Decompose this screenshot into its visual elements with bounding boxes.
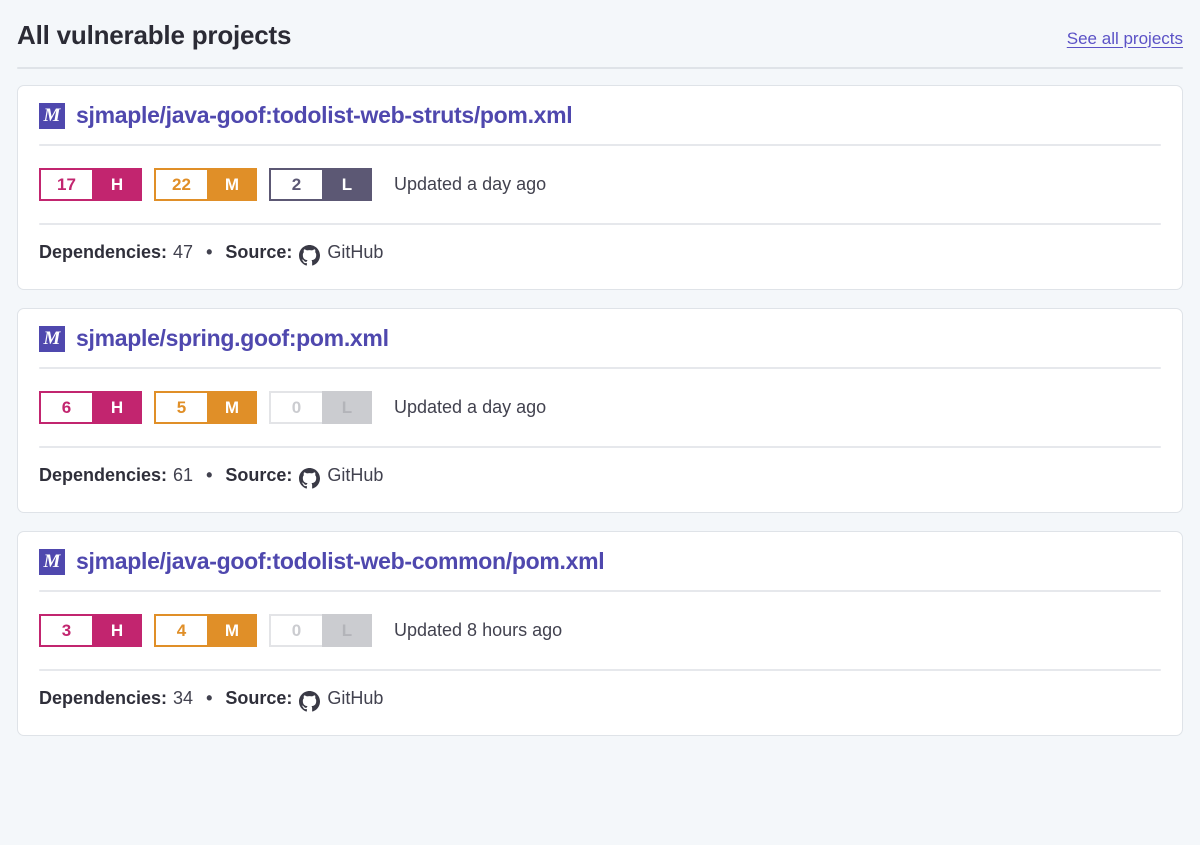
severity-medium-count: 22 (154, 168, 207, 201)
github-icon (299, 468, 321, 489)
project-card[interactable]: M sjmaple/java-goof:todolist-web-struts/… (17, 85, 1183, 290)
dependencies-count: 34 (173, 688, 194, 708)
project-title-row: M sjmaple/java-goof:todolist-web-common/… (39, 548, 1161, 590)
dependencies-label: Dependencies: (39, 465, 168, 485)
project-card[interactable]: M sjmaple/java-goof:todolist-web-common/… (17, 531, 1183, 736)
see-all-projects-link[interactable]: See all projects (1067, 29, 1183, 49)
source-label: Source: (225, 242, 293, 262)
source-value: GitHub (327, 688, 384, 708)
severity-badge-high[interactable]: 6 H (39, 391, 142, 424)
meta-separator: • (206, 688, 213, 708)
severity-badge-low[interactable]: 0 L (269, 614, 372, 647)
dependencies-count: 61 (173, 465, 194, 485)
severity-badge-low[interactable]: 0 L (269, 391, 372, 424)
severity-high-count: 6 (39, 391, 92, 424)
project-name-link[interactable]: sjmaple/java-goof:todolist-web-common/po… (76, 548, 605, 575)
dependencies-count: 47 (173, 242, 194, 262)
severity-medium-letter: M (224, 620, 240, 640)
maven-icon: M (39, 102, 65, 129)
project-meta-row: Dependencies: 47 • Source: GitHub (39, 225, 1161, 279)
severity-row: 17 H 22 M 2 L Updated a day ago (39, 146, 1161, 223)
severity-badge-low[interactable]: 2 L (269, 168, 372, 201)
updated-timestamp: Updated a day ago (394, 397, 547, 417)
severity-medium-count: 5 (154, 391, 207, 424)
updated-timestamp: Updated 8 hours ago (394, 620, 563, 640)
source-label: Source: (225, 465, 293, 485)
severity-low-count: 2 (269, 168, 322, 201)
severity-low-letter: L (341, 174, 353, 194)
severity-medium-count: 4 (154, 614, 207, 647)
severity-badge-high[interactable]: 17 H (39, 168, 142, 201)
severity-low-letter: L (341, 397, 353, 417)
severity-badge-medium[interactable]: 5 M (154, 391, 257, 424)
severity-high-letter: H (110, 397, 124, 417)
project-meta-row: Dependencies: 34 • Source: GitHub (39, 671, 1161, 725)
page-header: All vulnerable projects See all projects (17, 0, 1183, 67)
source-value: GitHub (327, 465, 384, 485)
dependencies-label: Dependencies: (39, 688, 168, 708)
severity-row: 6 H 5 M 0 L Updated a day ago (39, 369, 1161, 446)
severity-high-count: 17 (39, 168, 92, 201)
source-label: Source: (225, 688, 293, 708)
severity-low-count: 0 (269, 391, 322, 424)
maven-icon: M (39, 548, 65, 575)
severity-medium-letter: M (224, 174, 240, 194)
project-title-row: M sjmaple/java-goof:todolist-web-struts/… (39, 102, 1161, 144)
meta-separator: • (206, 465, 213, 485)
github-icon (299, 245, 321, 266)
source-value: GitHub (327, 242, 384, 262)
severity-badge-medium[interactable]: 22 M (154, 168, 257, 201)
page-title: All vulnerable projects (17, 20, 292, 50)
header-divider (17, 67, 1183, 69)
severity-high-letter: H (110, 620, 124, 640)
maven-icon: M (39, 325, 65, 352)
updated-timestamp: Updated a day ago (394, 174, 547, 194)
vulnerable-projects-page: All vulnerable projects See all projects… (0, 0, 1200, 845)
severity-low-count: 0 (269, 614, 322, 647)
github-icon (299, 691, 321, 712)
project-name-link[interactable]: sjmaple/java-goof:todolist-web-struts/po… (76, 102, 573, 129)
severity-medium-letter: M (224, 397, 240, 417)
severity-row: 3 H 4 M 0 L Updated 8 hours ago (39, 592, 1161, 669)
project-name-link[interactable]: sjmaple/spring.goof:pom.xml (76, 325, 389, 352)
project-card-list: M sjmaple/java-goof:todolist-web-struts/… (17, 85, 1183, 736)
severity-badge-medium[interactable]: 4 M (154, 614, 257, 647)
project-card[interactable]: M sjmaple/spring.goof:pom.xml 6 H 5 M 0 … (17, 308, 1183, 513)
project-meta-row: Dependencies: 61 • Source: GitHub (39, 448, 1161, 502)
severity-high-count: 3 (39, 614, 92, 647)
meta-separator: • (206, 242, 213, 262)
project-title-row: M sjmaple/spring.goof:pom.xml (39, 325, 1161, 367)
dependencies-label: Dependencies: (39, 242, 168, 262)
severity-low-letter: L (341, 620, 353, 640)
severity-badge-high[interactable]: 3 H (39, 614, 142, 647)
severity-high-letter: H (110, 174, 124, 194)
